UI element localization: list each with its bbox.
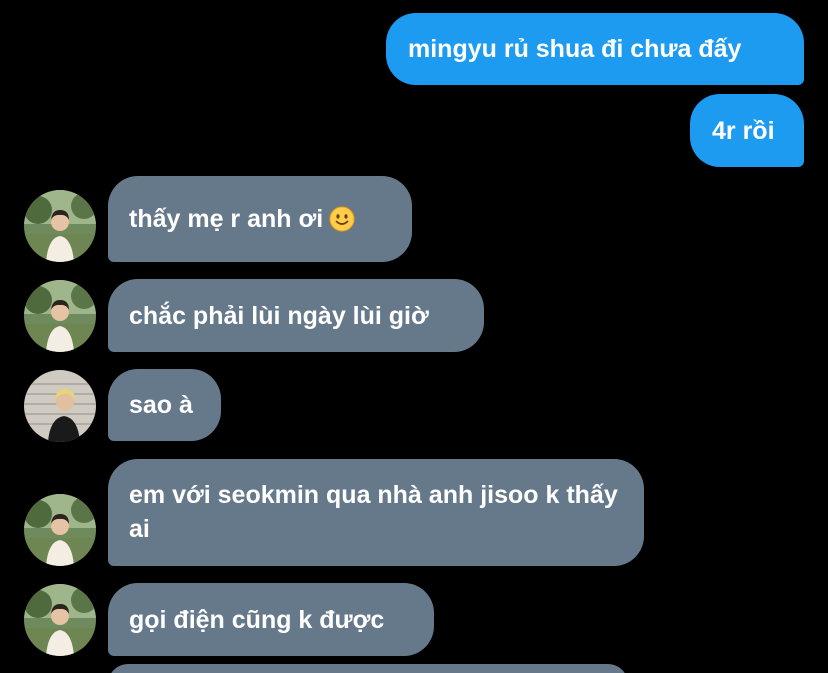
incoming-message-bubble[interactable]: thấy mẹ r anh ơi	[108, 176, 412, 262]
incoming-message-bubble[interactable]: gọi điện cũng k được	[108, 583, 434, 656]
message-text: mingyu rủ shua đi chưa đấy	[408, 35, 742, 63]
slightly-smiling-face-icon	[329, 206, 355, 232]
user-avatar-a[interactable]	[24, 494, 96, 566]
incoming-message-bubble[interactable]: sao à	[108, 369, 221, 441]
user-avatar-b[interactable]	[24, 370, 96, 442]
message-text: thấy mẹ r anh ơi	[129, 205, 324, 233]
message-text: 4r rồi	[712, 116, 775, 145]
incoming-message-bubble-partial[interactable]	[108, 664, 628, 673]
message-text: sao à	[129, 391, 193, 419]
user-avatar-a[interactable]	[24, 280, 96, 352]
incoming-message-bubble[interactable]: em với seokmin qua nhà anh jisoo k thấy …	[108, 459, 644, 566]
user-avatar-a[interactable]	[24, 190, 96, 262]
outgoing-message-bubble[interactable]: mingyu rủ shua đi chưa đấy	[386, 13, 804, 85]
user-avatar-a[interactable]	[24, 584, 96, 656]
message-text: gọi điện cũng k được	[129, 605, 385, 634]
message-text: chắc phải lùi ngày lùi giờ	[129, 301, 429, 330]
message-text: em với seokmin qua nhà anh jisoo k thấy …	[129, 481, 618, 543]
incoming-message-bubble[interactable]: chắc phải lùi ngày lùi giờ	[108, 279, 484, 352]
outgoing-message-bubble[interactable]: 4r rồi	[690, 94, 804, 167]
message-thread: mingyu rủ shua đi chưa đấy 4r rồi thấy m…	[0, 0, 828, 673]
